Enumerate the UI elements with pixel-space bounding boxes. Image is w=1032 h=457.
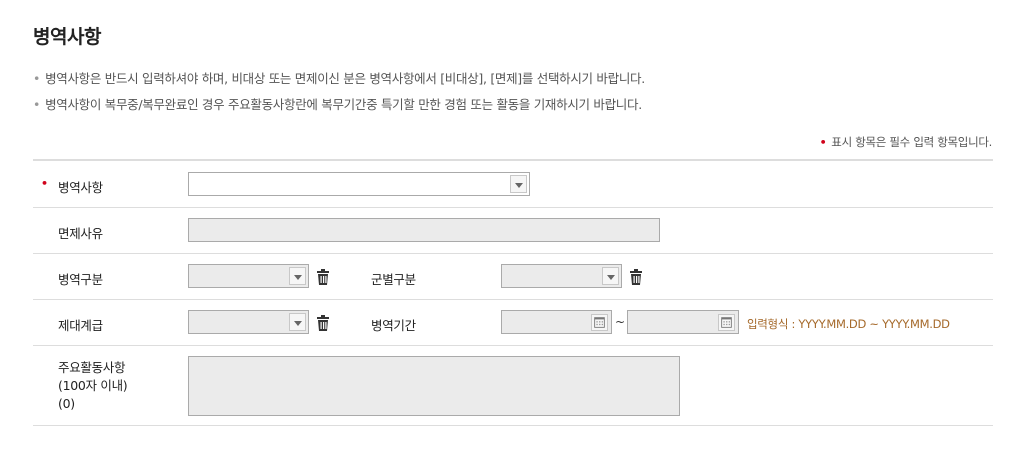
activities-label: 주요활동사항 (100자 이내) (0) [58,360,128,411]
form-row-discharge-rank: 제대계급 병역기간 ~ 입력형식 : YYYY.MM.DD ~ YYYY.MM.… [33,300,993,346]
exemption-reason-input[interactable] [188,218,660,242]
military-service-form: • 병역사항 면제사유 병역구분 군별구분 제대계급 병역기간 ~ 입력형식:… [33,159,993,426]
military-status-label: • 병역사항 [41,177,103,195]
form-row-military-status: • 병역사항 [33,161,993,208]
trash-icon[interactable] [316,315,330,331]
notice-required: • 병역사항은 반드시 입력하셔야 하며, 비대상 또는 면제이신 분은 병역사항… [33,68,645,87]
chevron-down-icon [289,267,306,285]
exemption-reason-label: 면제사유 [58,226,103,241]
required-marker: • [41,177,48,190]
form-row-exemption-reason: 면제사유 [33,208,993,254]
service-type-select[interactable] [188,264,309,288]
activities-textarea[interactable] [188,356,680,416]
calendar-icon[interactable] [591,314,608,331]
bullet: • [33,97,41,112]
service-end-date-input[interactable] [627,310,739,334]
notice-text: 병역사항이 복무중/복무완료인 경우 주요활동사항란에 복무기간중 특기할 만한… [45,97,642,112]
trash-icon[interactable] [316,269,330,285]
service-type-label: 병역구분 [58,272,103,287]
branch-label: 군별구분 [371,272,416,287]
chevron-down-icon [510,175,527,193]
form-row-activities: 주요활동사항 (100자 이내) (0) [33,346,993,426]
calendar-icon[interactable] [718,314,735,331]
discharge-rank-label: 제대계급 [58,318,103,333]
service-start-date-input[interactable] [501,310,612,334]
date-range-separator: ~ [615,315,626,329]
activities-char-count: (0) [58,396,75,411]
date-format-hint: 입력형식 : YYYY.MM.DD ~ YYYY.MM.DD [747,317,950,331]
required-marker: • [819,136,827,149]
branch-select[interactable] [501,264,622,288]
service-period-label: 병역기간 [371,318,416,333]
notice-text: 병역사항은 반드시 입력하셔야 하며, 비대상 또는 면제이신 분은 병역사항에… [45,71,645,86]
bullet: • [33,71,41,86]
discharge-rank-select[interactable] [188,310,309,334]
required-legend: • 표시 항목은 필수 입력 항목입니다. [819,134,993,150]
chevron-down-icon [602,267,619,285]
required-legend-text: 표시 항목은 필수 입력 항목입니다. [831,135,992,149]
notice-activities: • 병역사항이 복무중/복무완료인 경우 주요활동사항란에 복무기간중 특기할 만… [33,94,642,113]
military-status-select[interactable] [188,172,530,196]
form-row-service-type: 병역구분 군별구분 [33,254,993,300]
chevron-down-icon [289,313,306,331]
page-title: 병역사항 [33,26,101,48]
trash-icon[interactable] [629,269,643,285]
